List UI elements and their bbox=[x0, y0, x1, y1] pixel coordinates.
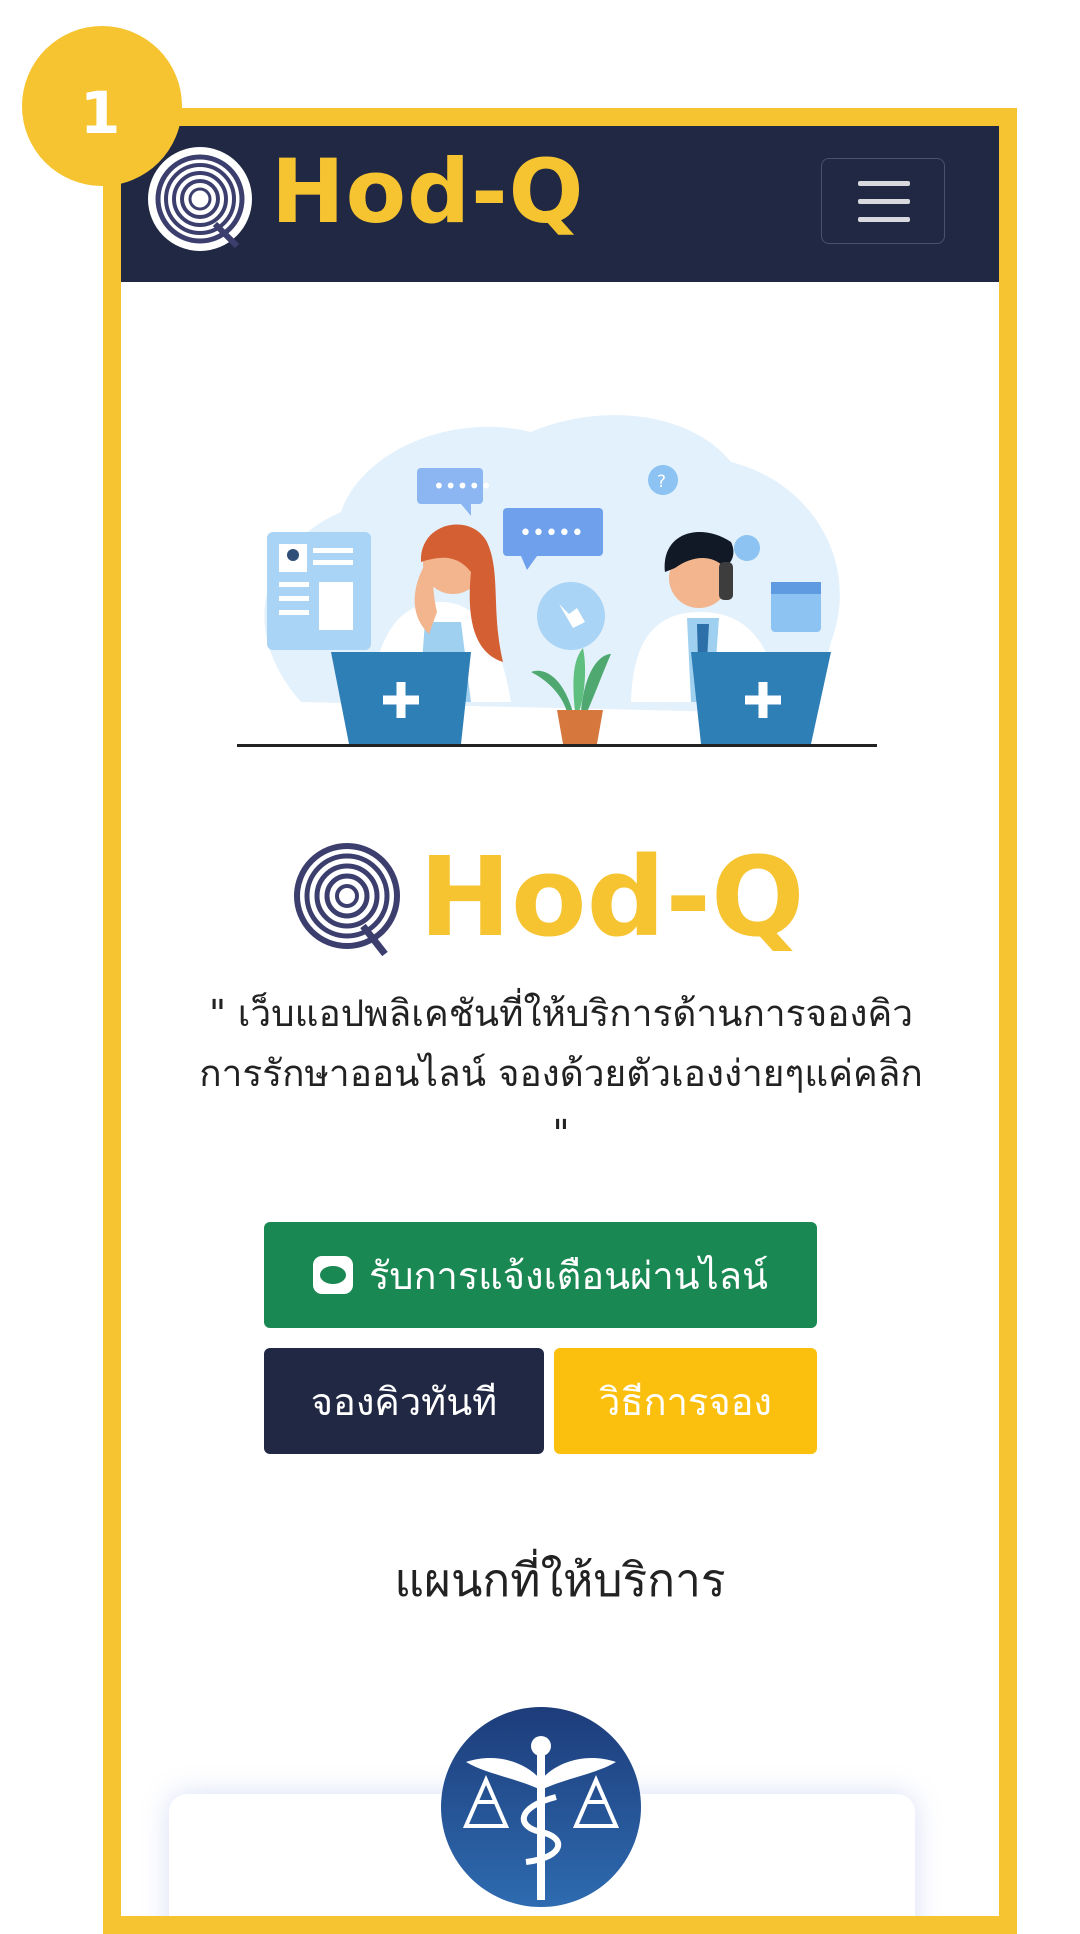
svg-text:•••••: ••••• bbox=[519, 521, 584, 546]
step-number: 1 bbox=[80, 79, 121, 147]
hamburger-bar bbox=[858, 181, 910, 186]
tagline-line: " bbox=[552, 1112, 570, 1155]
svg-text:•••••: ••••• bbox=[433, 474, 492, 498]
navbar-brand[interactable]: Hod-Q bbox=[271, 148, 584, 236]
medical-caduceus-icon bbox=[441, 1707, 641, 1907]
step-badge: 1 bbox=[22, 26, 182, 186]
tagline: " เว็บแอปพลิเคชันที่ให้บริการด้านการจองค… bbox=[131, 984, 991, 1164]
brand-logo: Hod-Q bbox=[289, 836, 809, 966]
book-now-button[interactable]: จองคิวทันที bbox=[264, 1348, 544, 1454]
hamburger-bar bbox=[858, 199, 910, 204]
line-notification-label: รับการแจ้งเตือนผ่านไลน์ bbox=[368, 1253, 769, 1298]
phone-screen: Hod-Q ••••• ••••• ? Hod-Q " เว็บแอปพลิเค… bbox=[103, 108, 1017, 1934]
hamburger-bar bbox=[858, 217, 910, 222]
svg-text:?: ? bbox=[657, 472, 666, 492]
navbar: Hod-Q bbox=[121, 126, 999, 282]
departments-title: แผนกที่ให้บริการ bbox=[394, 1553, 726, 1607]
line-icon bbox=[312, 1256, 353, 1294]
how-to-book-button[interactable]: วิธีการจอง bbox=[554, 1348, 817, 1454]
brand-name: Hod-Q bbox=[419, 833, 805, 961]
tagline-line: " เว็บแอปพลิเคชันที่ให้บริการด้านการจองค… bbox=[208, 992, 913, 1035]
hamburger-menu-button[interactable] bbox=[821, 158, 945, 244]
tagline-line: การรักษาออนไลน์ จองด้วยตัวเองง่ายๆแค่คลิ… bbox=[199, 1052, 923, 1095]
concentric-circle-logo-icon[interactable] bbox=[145, 144, 255, 254]
line-notification-button[interactable]: รับการแจ้งเตือนผ่านไลน์ bbox=[264, 1222, 817, 1328]
concentric-circle-logo-icon bbox=[294, 843, 400, 957]
call-center-doctors-illustration: ••••• ••••• ? bbox=[237, 415, 877, 747]
